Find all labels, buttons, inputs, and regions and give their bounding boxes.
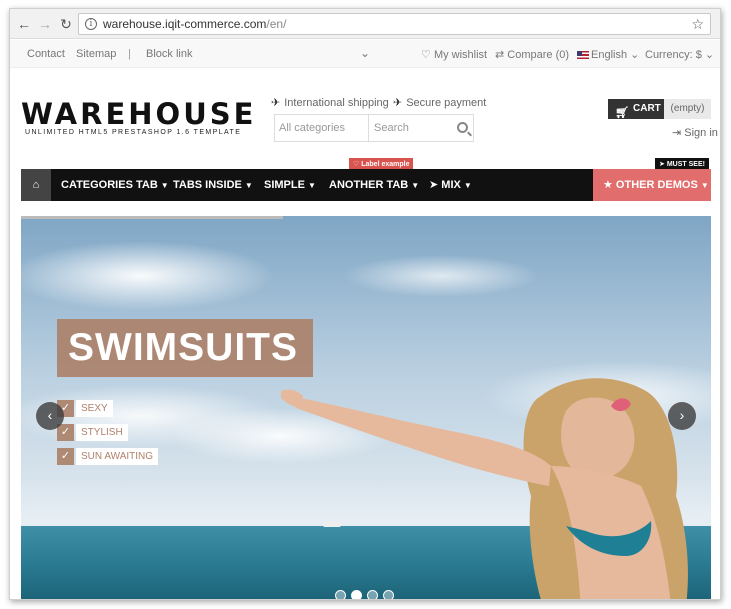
menu-item-label: TABS INSIDE: [173, 179, 242, 191]
slide-feature-label: SUN AWAITING: [76, 448, 159, 465]
cart-label: CART: [633, 103, 661, 114]
menu-item-label: ANOTHER TAB: [329, 179, 409, 191]
hero-slider[interactable]: SWIMSUITS ✓ SEXY ✓ STYLISH ✓ SUN AWAITING ‹…: [21, 216, 711, 599]
heart-icon: ♡: [353, 161, 360, 168]
chevron-down-icon: ⌄: [701, 49, 715, 61]
chevron-down-icon: ⌄: [627, 49, 640, 61]
slide-feature-label: STYLISH: [76, 424, 128, 441]
signin-link[interactable]: ⇥ Sign in: [672, 126, 718, 139]
slider-dot[interactable]: [383, 590, 394, 599]
search-input[interactable]: Search: [371, 115, 451, 141]
menu-item-label: MIX: [441, 179, 461, 191]
menu-item-tabs-inside[interactable]: TABS INSIDE ▼: [173, 169, 253, 201]
slider-dot[interactable]: [367, 590, 378, 599]
contact-link[interactable]: Contact: [27, 48, 65, 60]
shipping-info: ✈ International shipping: [271, 96, 389, 109]
sitemap-link[interactable]: Sitemap: [76, 48, 116, 60]
chevron-down-icon: ▼: [411, 181, 420, 190]
currency-selector[interactable]: Currency: $ ⌄: [645, 48, 714, 61]
search-box: All categories Search: [274, 114, 474, 142]
cart-status[interactable]: (empty): [664, 99, 711, 119]
address-bar[interactable]: i warehouse.iqit-commerce.com/en/ ☆: [78, 13, 711, 35]
top-utility-bar: Contact Sitemap | Block link ⌄ ♡ My wish…: [10, 40, 720, 68]
search-icon[interactable]: [457, 122, 468, 133]
rocket-icon: ➤: [429, 179, 442, 191]
menu-item-simple[interactable]: SIMPLE ▼: [264, 169, 316, 201]
payment-label: Secure payment: [406, 97, 487, 109]
logo-title[interactable]: WAREHOUSE: [21, 97, 256, 131]
rocket-icon: ➤: [659, 161, 665, 168]
slider-prev-button[interactable]: ‹: [36, 402, 64, 430]
shopping-cart-icon: 🛒︎: [615, 107, 629, 119]
back-arrow-icon[interactable]: ←: [16, 16, 32, 32]
model-image: [281, 378, 688, 599]
browser-window: ← → ↻ i warehouse.iqit-commerce.com/en/ …: [9, 8, 721, 600]
must-see-text: MUST SEE!: [666, 161, 705, 168]
cart-button[interactable]: 🛒︎ CART: [608, 99, 664, 119]
menu-item-other-demos[interactable]: ★ OTHER DEMOS ▼: [593, 169, 711, 201]
browser-toolbar: ← → ↻ i warehouse.iqit-commerce.com/en/ …: [10, 9, 720, 39]
chevron-down-icon: ▼: [463, 181, 472, 190]
reload-icon[interactable]: ↻: [58, 16, 74, 32]
currency-label: Currency: $: [645, 49, 702, 61]
compare-link[interactable]: ⇄ Compare (0): [495, 48, 569, 61]
language-selector[interactable]: English ⌄: [577, 48, 639, 61]
chevron-down-icon[interactable]: ⌄: [360, 46, 370, 60]
slider-dot[interactable]: [335, 590, 346, 599]
forward-arrow-icon[interactable]: →: [37, 16, 53, 32]
checkmark-icon: ✓: [57, 424, 74, 441]
search-category-select[interactable]: All categories: [275, 115, 369, 141]
main-menu: ⌂ CATEGORIES TAB ▼ TABS INSIDE ▼ SIMPLE ▼ A…: [21, 169, 711, 201]
payment-info: ✈ Secure payment: [393, 96, 486, 109]
checkmark-icon: ✓: [57, 448, 74, 465]
wishlist-link[interactable]: ♡ My wishlist: [421, 48, 487, 61]
chevron-down-icon: ▼: [160, 181, 169, 190]
slider-progress-bar: [21, 216, 284, 219]
menu-item-label: SIMPLE: [264, 179, 305, 191]
us-flag-icon: [577, 51, 589, 60]
language-label: English: [591, 49, 628, 61]
menu-item-label: OTHER DEMOS: [615, 179, 698, 191]
signin-label: Sign in: [684, 127, 718, 139]
topbar-separator: |: [128, 48, 131, 60]
wishlist-label: My wishlist: [433, 49, 488, 61]
chevron-down-icon: ▼: [700, 181, 709, 190]
info-icon[interactable]: i: [85, 18, 97, 30]
block-link[interactable]: Block link: [146, 48, 192, 60]
heart-icon: ♡: [421, 49, 431, 61]
bookmark-star-icon[interactable]: ☆: [691, 14, 704, 34]
menu-item-another-tab[interactable]: ANOTHER TAB ▼: [329, 169, 419, 201]
compare-label: Compare (0): [507, 49, 570, 61]
url-host: warehouse.iqit-commerce.com: [103, 17, 267, 31]
slide-title: SWIMSUITS: [57, 319, 313, 377]
label-example-text: Label example: [361, 161, 410, 168]
plane-icon: ✈: [393, 97, 403, 109]
star-icon: ★: [603, 179, 616, 191]
home-icon[interactable]: ⌂: [21, 169, 51, 201]
shipping-label: International shipping: [284, 97, 389, 109]
chevron-right-icon: ›: [679, 407, 685, 423]
signin-icon: ⇥: [672, 127, 682, 139]
shuffle-icon: ⇄: [495, 49, 505, 61]
slide-feature-label: SEXY: [76, 400, 113, 417]
url-path: /en/: [266, 17, 287, 31]
chevron-left-icon: ‹: [47, 407, 53, 423]
chevron-down-icon: ▼: [307, 181, 316, 190]
slider-next-button[interactable]: ›: [668, 402, 696, 430]
menu-item-mix[interactable]: ➤ MIX ▼: [429, 169, 472, 201]
menu-item-label: CATEGORIES TAB: [61, 179, 158, 191]
logo-subtitle: UNLIMITED HTML5 PRESTASHOP 1.6 TEMPLATE: [25, 129, 242, 136]
menu-item-categories-tab[interactable]: CATEGORIES TAB ▼: [61, 169, 169, 201]
slider-dot[interactable]: [351, 590, 362, 599]
plane-icon: ✈: [271, 97, 281, 109]
chevron-down-icon: ▼: [244, 181, 253, 190]
